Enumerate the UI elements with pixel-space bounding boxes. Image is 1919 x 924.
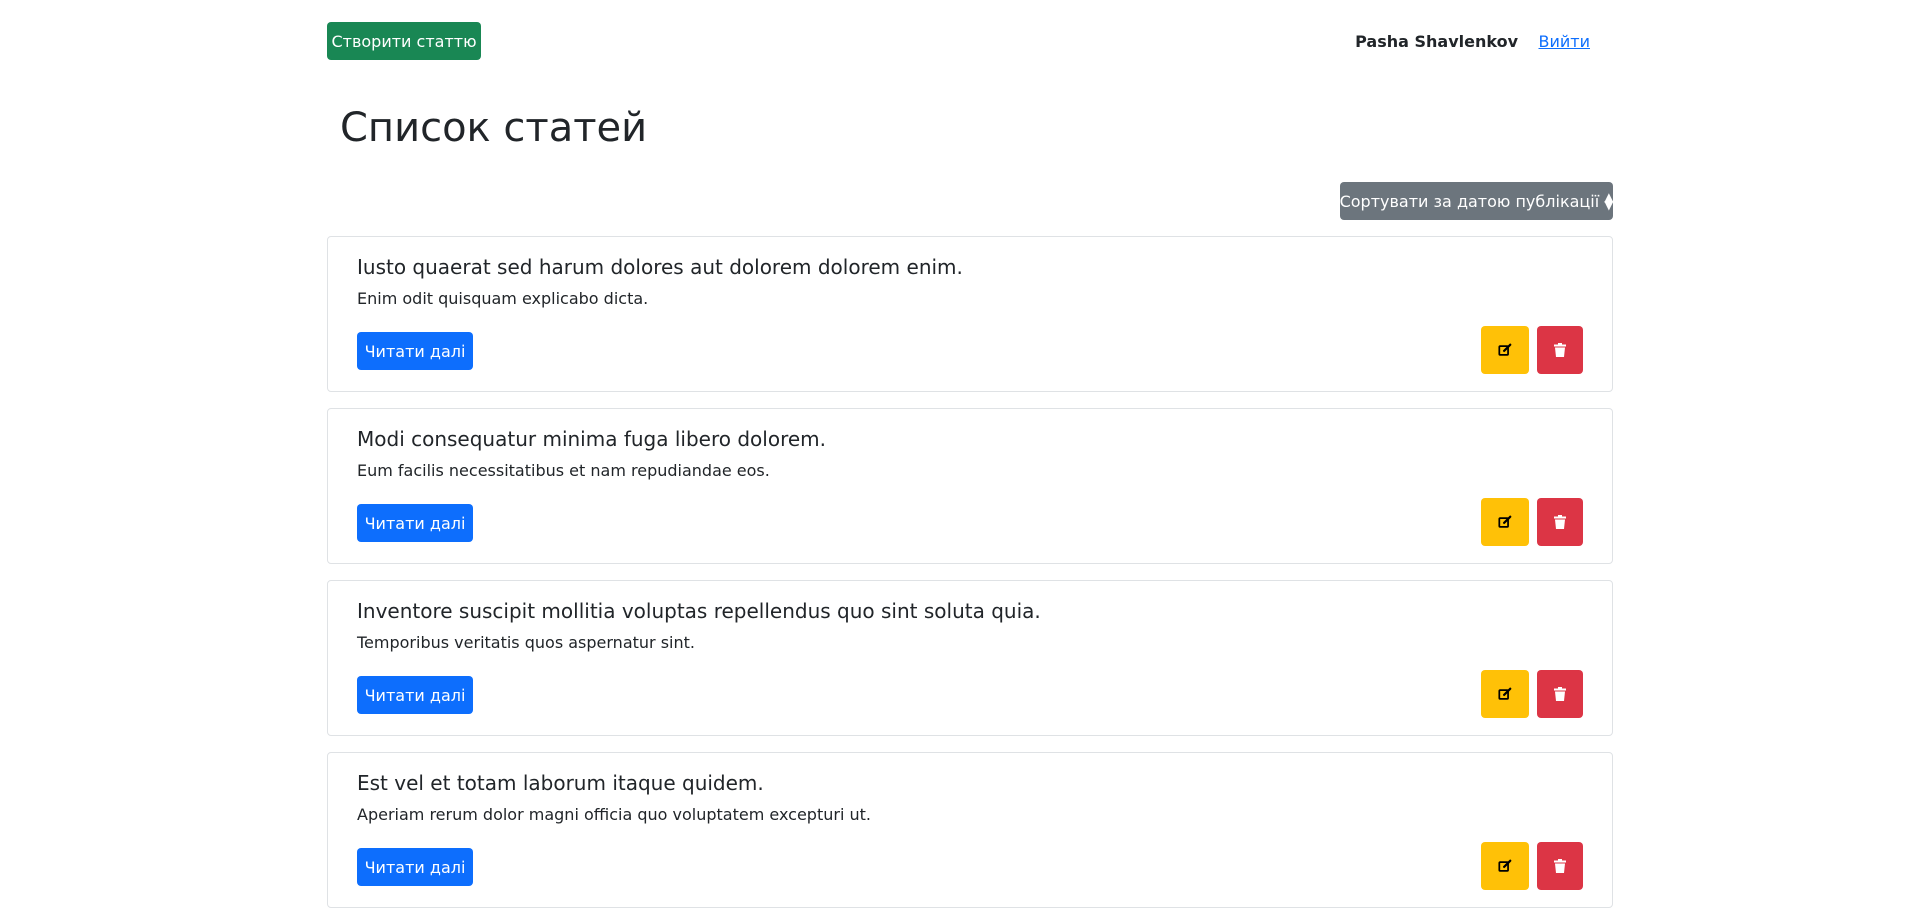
- article-card: Iusto quaerat sed harum dolores aut dolo…: [327, 236, 1613, 392]
- trash-icon: [1554, 515, 1566, 529]
- sort-icon: ▲ ▼: [1604, 190, 1614, 212]
- logout-link[interactable]: Вийти: [1539, 32, 1591, 51]
- delete-button[interactable]: [1537, 326, 1583, 374]
- article-title: Inventore suscipit mollitia voluptas rep…: [357, 599, 1041, 623]
- edit-button[interactable]: [1481, 670, 1529, 718]
- read-more-button[interactable]: Читати далі: [357, 848, 473, 886]
- article-excerpt: Aperiam rerum dolor magni officia quo vo…: [357, 805, 871, 824]
- read-more-button[interactable]: Читати далі: [357, 676, 473, 714]
- top-bar: Створити статтю Pasha Shavlenkov Вийти: [327, 0, 1613, 82]
- article-title: Modi consequatur minima fuga libero dolo…: [357, 427, 826, 451]
- read-more-button[interactable]: Читати далі: [357, 504, 473, 542]
- edit-icon: [1498, 687, 1512, 700]
- trash-icon: [1554, 859, 1566, 873]
- read-more-button[interactable]: Читати далі: [357, 332, 473, 370]
- sort-row: Сортувати за датою публікації ▲ ▼: [1340, 182, 1613, 220]
- user-name: Pasha Shavlenkov: [1355, 32, 1518, 51]
- edit-button[interactable]: [1481, 842, 1529, 890]
- edit-button[interactable]: [1481, 498, 1529, 546]
- delete-button[interactable]: [1537, 498, 1583, 546]
- edit-button[interactable]: [1481, 326, 1529, 374]
- page-container: Створити статтю Pasha Shavlenkov Вийти С…: [327, 0, 1613, 908]
- article-excerpt: Temporibus veritatis quos aspernatur sin…: [357, 633, 695, 652]
- edit-icon: [1498, 515, 1512, 528]
- sort-button-label: Сортувати за датою публікації: [1339, 191, 1600, 211]
- article-title: Est vel et totam laborum itaque quidem.: [357, 771, 764, 795]
- page-title: Список статей: [340, 105, 648, 151]
- article-list: Iusto quaerat sed harum dolores aut dolo…: [327, 236, 1613, 924]
- delete-button[interactable]: [1537, 670, 1583, 718]
- article-excerpt: Enim odit quisquam explicabo dicta.: [357, 289, 649, 308]
- article-title: Iusto quaerat sed harum dolores aut dolo…: [357, 255, 963, 279]
- article-excerpt: Eum facilis necessitatibus et nam repudi…: [357, 461, 770, 480]
- edit-icon: [1498, 343, 1512, 356]
- trash-icon: [1554, 687, 1566, 701]
- article-card: Inventore suscipit mollitia voluptas rep…: [327, 580, 1613, 736]
- article-card: Est vel et totam laborum itaque quidem. …: [327, 752, 1613, 908]
- trash-icon: [1554, 343, 1566, 357]
- edit-icon: [1498, 859, 1512, 872]
- delete-button[interactable]: [1537, 842, 1583, 890]
- article-card: Modi consequatur minima fuga libero dolo…: [327, 408, 1613, 564]
- sort-by-date-button[interactable]: Сортувати за датою публікації ▲ ▼: [1340, 182, 1613, 220]
- create-article-button[interactable]: Створити статтю: [327, 22, 481, 60]
